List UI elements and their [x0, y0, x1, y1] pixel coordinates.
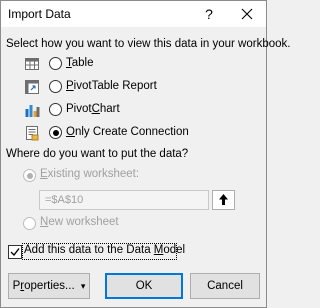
help-button[interactable]: ? — [197, 3, 221, 25]
checkmark-icon — [10, 248, 20, 257]
pivottable-option-mnemonic: P — [66, 80, 74, 92]
pivottable-option[interactable]: PivotTable Report — [66, 80, 157, 92]
pivottable-option-text-end: ivotTable Report — [73, 80, 157, 92]
properties-button[interactable]: Properties... ▾ — [8, 273, 90, 299]
pivotchart-option-text: Pivot — [66, 103, 92, 115]
view-section-heading: Select how you want to view this data in… — [6, 38, 291, 50]
cell-reference-value: =$A$10 — [45, 194, 84, 206]
dialog-title: Import Data — [8, 7, 71, 21]
pivottable-radio[interactable] — [49, 80, 62, 93]
cell-reference-input[interactable]: =$A$10 — [39, 190, 209, 210]
connection-option[interactable]: Only Create Connection — [66, 126, 189, 138]
location-section-heading: Where do you want to put the data? — [6, 148, 189, 160]
new-worksheet-radio[interactable] — [23, 217, 36, 230]
existing-worksheet-text-end: xisting worksheet: — [47, 168, 140, 180]
table-option[interactable]: Table — [66, 57, 94, 69]
existing-worksheet-mnemonic: E — [40, 168, 48, 180]
close-icon — [241, 8, 253, 20]
pivotchart-radio[interactable] — [49, 103, 62, 116]
ok-button[interactable]: OK — [105, 273, 183, 299]
pivotchart-option[interactable]: PivotChart — [66, 103, 120, 115]
existing-worksheet-label[interactable]: Existing worksheet: — [40, 168, 139, 180]
pivotchart-option-text-end: hart — [99, 103, 120, 115]
table-icon — [25, 58, 39, 70]
connection-option-text-end: nly Create Connection — [74, 126, 189, 138]
close-button[interactable] — [233, 3, 261, 25]
data-model-mnemonic: M — [153, 244, 164, 256]
table-radio[interactable] — [49, 57, 62, 70]
table-option-text-end: able — [71, 57, 94, 69]
data-model-text-end: odel — [163, 244, 186, 256]
data-model-checkbox[interactable] — [8, 245, 22, 259]
collapse-dialog-button[interactable] — [212, 190, 235, 210]
arrow-up-icon — [219, 194, 228, 205]
existing-worksheet-radio[interactable] — [23, 169, 36, 182]
properties-text-end: operties... — [24, 280, 75, 292]
pivottable-icon — [25, 80, 39, 94]
dropdown-arrow-icon: ▾ — [80, 281, 86, 291]
connection-icon — [26, 126, 39, 141]
connection-radio[interactable] — [49, 126, 62, 139]
new-worksheet-label[interactable]: New worksheet — [40, 216, 119, 228]
data-model-label[interactable]: Add this data to the Data Model — [24, 244, 185, 256]
import-data-dialog: Import Data ? Select how you want to vie… — [0, 0, 290, 308]
cancel-button[interactable]: Cancel — [190, 273, 260, 299]
new-worksheet-text-end: ew worksheet — [48, 216, 119, 228]
connection-option-mnemonic: O — [66, 126, 75, 138]
data-model-text: Add this data to the Data — [24, 244, 154, 256]
pivotchart-option-mnemonic: C — [91, 103, 100, 115]
pivotchart-icon — [25, 105, 40, 117]
title-bar: Import Data ? — [1, 1, 266, 27]
